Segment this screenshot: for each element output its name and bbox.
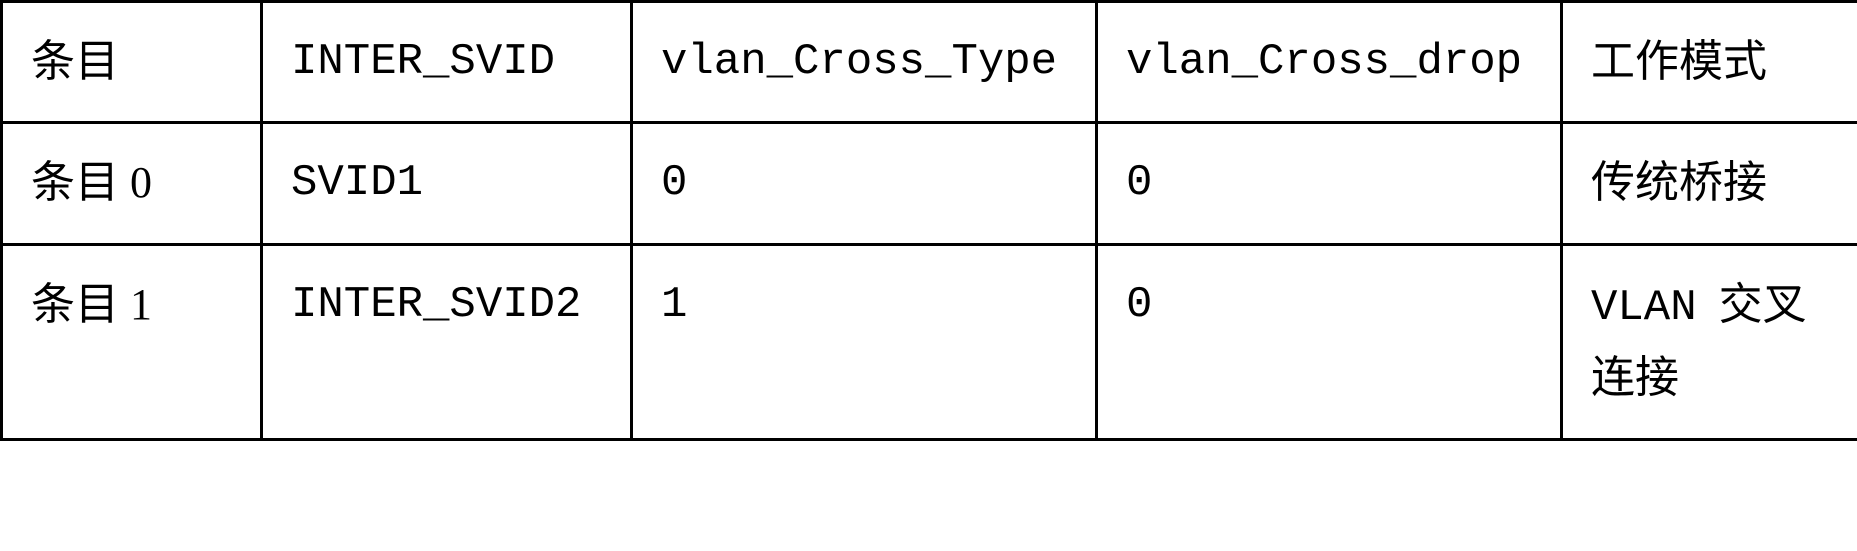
cell-mode-0: 传统桥接 <box>1562 123 1857 244</box>
cell-entry-1: 条目 1 <box>2 244 262 439</box>
header-vlan-cross-drop: vlan_Cross_drop <box>1097 2 1562 123</box>
table-row: 条目 0 SVID1 0 0 传统桥接 <box>2 123 1857 244</box>
vlan-config-table-container: 条目 INTER_SVID vlan_Cross_Type vlan_Cross… <box>0 0 1857 441</box>
cell-cross-type-0: 0 <box>632 123 1097 244</box>
cell-mode-1: VLAN 交叉连接 <box>1562 244 1857 439</box>
cell-cross-drop-1: 0 <box>1097 244 1562 439</box>
cell-entry-0: 条目 0 <box>2 123 262 244</box>
cell-svid-1: INTER_SVID2 <box>262 244 632 439</box>
header-inter-svid: INTER_SVID <box>262 2 632 123</box>
table-header-row: 条目 INTER_SVID vlan_Cross_Type vlan_Cross… <box>2 2 1857 123</box>
cell-svid-0: SVID1 <box>262 123 632 244</box>
header-work-mode: 工作模式 <box>1562 2 1857 123</box>
cell-cross-drop-0: 0 <box>1097 123 1562 244</box>
header-vlan-cross-type: vlan_Cross_Type <box>632 2 1097 123</box>
header-entry: 条目 <box>2 2 262 123</box>
table-row: 条目 1 INTER_SVID2 1 0 VLAN 交叉连接 <box>2 244 1857 439</box>
cell-mode-1-latin: VLAN <box>1591 283 1697 333</box>
cell-cross-type-1: 1 <box>632 244 1097 439</box>
vlan-config-table: 条目 INTER_SVID vlan_Cross_Type vlan_Cross… <box>0 0 1857 441</box>
